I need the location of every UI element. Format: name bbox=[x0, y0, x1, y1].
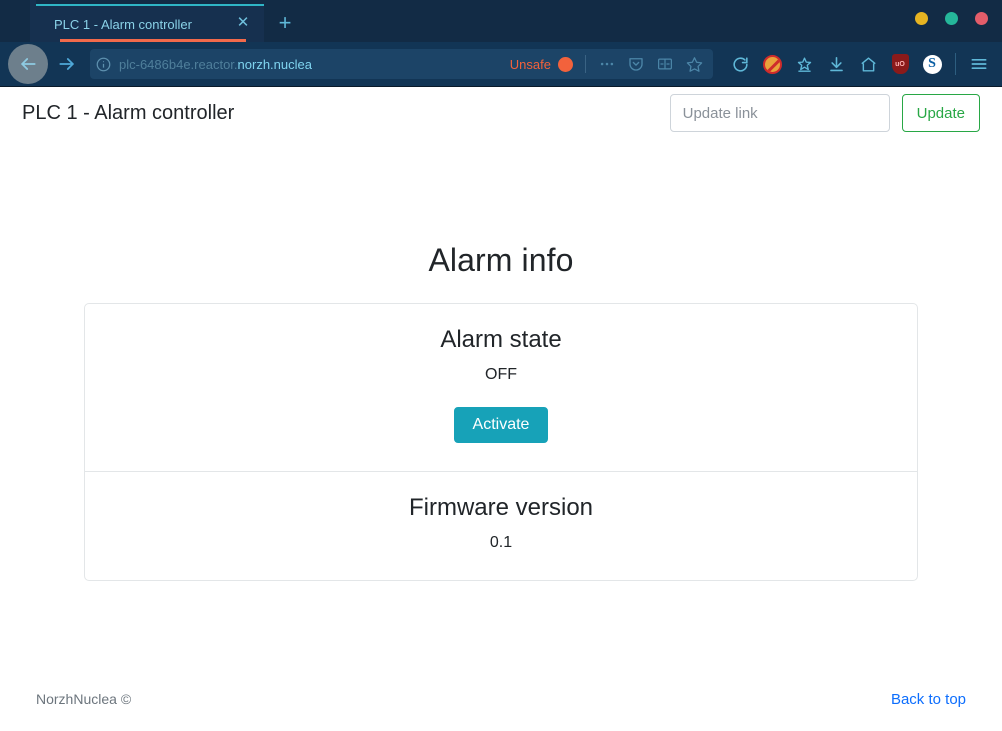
urlbar-action-icons bbox=[594, 51, 707, 77]
update-button[interactable]: Update bbox=[901, 94, 980, 132]
window-maximize-button[interactable] bbox=[945, 12, 958, 25]
pocket-icon[interactable] bbox=[623, 51, 649, 77]
url-domain: norzh.nuclea bbox=[237, 56, 312, 72]
site-navbar: PLC 1 - Alarm controller Update bbox=[0, 87, 1002, 139]
toolbar-separator bbox=[955, 53, 956, 75]
url-subdomain: plc-6486b4e.reactor. bbox=[119, 56, 238, 72]
tab-plc-1-alarm-controller[interactable]: PLC 1 - Alarm controller ✕ bbox=[36, 4, 264, 42]
bookmark-star-icon[interactable] bbox=[681, 51, 707, 77]
site-information-icon[interactable] bbox=[96, 57, 111, 72]
downloads-icon[interactable] bbox=[821, 49, 851, 79]
urlbar-separator bbox=[585, 55, 586, 73]
forward-icon[interactable] bbox=[52, 49, 82, 79]
ublock-origin-icon[interactable]: uO bbox=[885, 49, 915, 79]
window-close-button[interactable] bbox=[975, 12, 988, 25]
section-title: Alarm info bbox=[428, 242, 574, 278]
unsafe-label: Unsafe bbox=[509, 56, 551, 72]
skype-badge: S bbox=[922, 54, 942, 74]
browser-window: PLC 1 - Alarm controller ✕ + plc-6486b4e… bbox=[0, 0, 1002, 731]
alarm-state-title: Alarm state bbox=[440, 326, 562, 353]
update-link-input[interactable] bbox=[669, 94, 890, 132]
page-viewport: PLC 1 - Alarm controller Update Alarm in… bbox=[0, 86, 1002, 731]
cookie-blocker-icon[interactable] bbox=[757, 49, 787, 79]
reader-mode-icon[interactable] bbox=[652, 51, 678, 77]
tab-strip: PLC 1 - Alarm controller ✕ + bbox=[0, 0, 1002, 42]
site-footer: NorzhNuclea © Back to top bbox=[0, 667, 1002, 731]
activate-button[interactable]: Activate bbox=[453, 407, 549, 443]
home-icon[interactable] bbox=[853, 49, 883, 79]
page-actions-icon[interactable] bbox=[594, 51, 620, 77]
alarm-state-value: OFF bbox=[485, 366, 517, 383]
footer-copyright: NorzhNuclea © bbox=[36, 691, 132, 707]
url-text[interactable]: plc-6486b4e.reactor.norzh.nuclea bbox=[119, 57, 502, 72]
ublock-badge: uO bbox=[891, 54, 909, 74]
address-bar[interactable]: plc-6486b4e.reactor.norzh.nuclea Unsafe bbox=[90, 49, 713, 79]
page-title: PLC 1 - Alarm controller bbox=[22, 101, 235, 124]
save-to-pocket-icon[interactable] bbox=[789, 49, 819, 79]
reload-icon[interactable] bbox=[725, 49, 755, 79]
window-minimize-button[interactable] bbox=[915, 12, 928, 25]
skype-icon[interactable]: S bbox=[917, 49, 947, 79]
card-item-alarm-state: Alarm state OFF Activate bbox=[85, 304, 917, 471]
unsafe-indicator-dot bbox=[558, 56, 573, 72]
app-menu-icon[interactable] bbox=[964, 49, 994, 79]
toolbar-icons: uO S bbox=[725, 49, 994, 79]
firmware-version-value: 0.1 bbox=[489, 534, 513, 551]
tab-title: PLC 1 - Alarm controller bbox=[54, 16, 192, 32]
new-tab-icon[interactable]: + bbox=[264, 4, 306, 42]
main-content: Alarm info Alarm state OFF Activate Firm… bbox=[0, 139, 1002, 667]
back-to-top-link[interactable]: Back to top bbox=[891, 691, 966, 708]
firmware-version-title: Firmware version bbox=[408, 494, 594, 521]
tab-close-icon[interactable]: ✕ bbox=[232, 13, 254, 35]
connection-security-badge[interactable]: Unsafe bbox=[509, 56, 577, 72]
card-item-firmware-version: Firmware version 0.1 bbox=[85, 471, 917, 580]
navigation-toolbar: plc-6486b4e.reactor.norzh.nuclea Unsafe bbox=[0, 42, 1002, 86]
tab-loading-progress bbox=[60, 39, 246, 42]
alarm-info-card: Alarm state OFF Activate Firmware versio… bbox=[84, 303, 918, 581]
back-icon[interactable] bbox=[8, 44, 48, 84]
window-controls bbox=[915, 12, 988, 25]
